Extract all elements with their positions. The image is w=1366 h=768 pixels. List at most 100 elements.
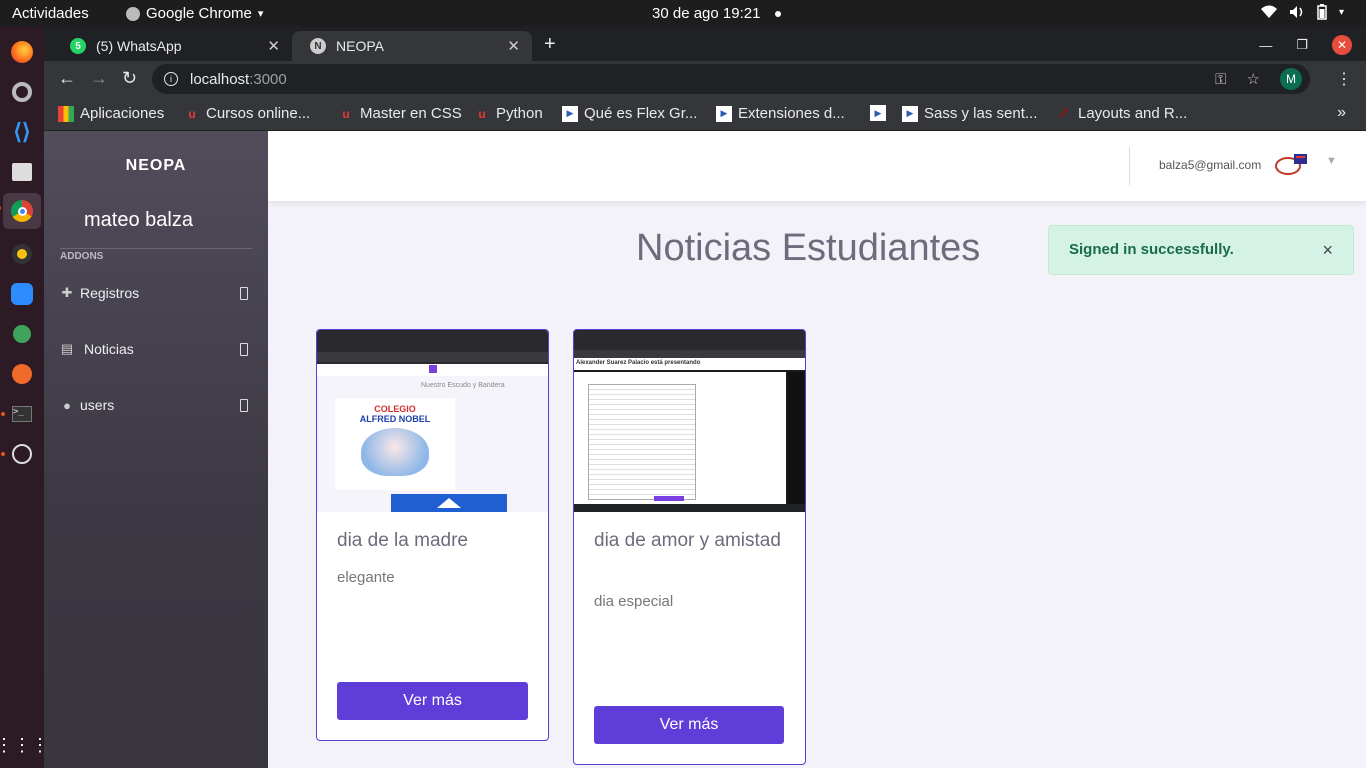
sidebar-item-users[interactable]: ● users xyxy=(60,397,252,413)
dock-files[interactable] xyxy=(7,157,37,187)
sidebar-item-noticias[interactable]: ▤ Noticias xyxy=(60,341,252,357)
dock-settings[interactable] xyxy=(7,77,37,107)
thumb-video-tile xyxy=(788,372,805,504)
bookmark-css[interactable]: u Master en CSS xyxy=(338,105,461,122)
app-name: Google Chrome xyxy=(146,5,252,22)
sidebar-item-registros[interactable]: ✚ Registros xyxy=(60,285,252,301)
header-divider xyxy=(1129,147,1130,185)
bookmarks-bar: Aplicaciones u Cursos online... u Master e… xyxy=(44,97,1366,131)
bookmark-layouts[interactable]: ⟋ Layouts and R... xyxy=(1056,105,1187,122)
close-window-icon[interactable]: ✕ xyxy=(1332,35,1352,55)
expand-icon xyxy=(240,286,248,300)
compass-icon xyxy=(12,364,32,384)
sidebar-divider xyxy=(60,248,252,249)
clock-text: 30 de ago 19:21 xyxy=(652,5,761,22)
card-description: dia especial xyxy=(594,593,674,610)
video-icon: ▶ xyxy=(716,105,732,122)
bookmark-label: Layouts and R... xyxy=(1078,105,1188,122)
dock-chrome2[interactable] xyxy=(7,319,37,349)
bookmark-extensiones[interactable]: ▶ Extensiones d... xyxy=(716,105,845,122)
show-apps-button[interactable]: ⋮⋮⋮ xyxy=(0,735,49,756)
profile-avatar[interactable]: M xyxy=(1280,68,1302,90)
folder-icon xyxy=(12,163,32,181)
toolbar: ← → ↻ i localhost:3000 ⚿ ☆ M ⋮ xyxy=(44,61,1366,97)
thumb-caption: Nuestro Escudo y Bandera xyxy=(421,382,505,389)
doc-purple-button xyxy=(654,496,684,501)
news-card: Nuestro Escudo y Bandera COLEGIO ALFRED … xyxy=(316,329,549,741)
card-title: dia de la madre xyxy=(337,530,468,551)
address-bar-actions: ⚿ ☆ M xyxy=(1215,68,1302,90)
battery-icon xyxy=(1317,4,1327,20)
video-icon: ▶ xyxy=(870,105,886,121)
menu-kebab-icon[interactable]: ⋮ xyxy=(1336,69,1352,89)
dock-terminal[interactable]: >_ xyxy=(1,399,37,429)
dock-appstore[interactable] xyxy=(1,439,37,469)
bookmark-cursos[interactable]: u Cursos online... xyxy=(184,105,310,122)
close-tab-icon[interactable]: ✕ xyxy=(507,37,520,55)
bookmark-sass[interactable]: ▶ Sass y las sent... xyxy=(902,105,1037,122)
minimize-icon[interactable]: — xyxy=(1259,38,1272,53)
plus-icon: ✚ xyxy=(61,285,73,300)
running-dot-icon xyxy=(1,452,5,456)
sidebar-item-label: Registros xyxy=(80,285,140,301)
tab-whatsapp[interactable]: 5 (5) WhatsApp ✕ xyxy=(52,31,292,61)
key-icon[interactable]: ⚿ xyxy=(1215,71,1226,88)
reload-icon[interactable]: ↻ xyxy=(122,68,137,89)
udemy-icon: u xyxy=(478,106,486,121)
bookmark-flex[interactable]: ▶ Qué es Flex Gr... xyxy=(562,105,697,122)
clock[interactable]: 30 de ago 19:21 xyxy=(652,5,781,22)
chevron-down-icon[interactable]: ▼ xyxy=(1326,155,1337,167)
back-icon[interactable]: ← xyxy=(58,68,76,89)
ver-mas-button[interactable]: Ver más xyxy=(337,682,528,720)
close-icon[interactable]: × xyxy=(1322,240,1333,261)
card-thumbnail[interactable]: Nuestro Escudo y Bandera COLEGIO ALFRED … xyxy=(317,330,548,512)
star-icon[interactable]: ☆ xyxy=(1247,70,1260,88)
card-thumbnail[interactable]: Alexander Suarez Palacio está presentand… xyxy=(574,330,805,512)
forward-icon[interactable]: → xyxy=(90,68,108,89)
system-tray[interactable]: ▾ xyxy=(1260,4,1344,20)
crest-emblem-icon xyxy=(361,428,429,476)
page-title: Noticias Estudiantes xyxy=(636,227,981,269)
maximize-icon[interactable]: ❐ xyxy=(1296,37,1308,53)
bookmark-apps[interactable]: Aplicaciones xyxy=(58,105,164,122)
flag-star-icon xyxy=(437,498,461,508)
dock-rhythmbox[interactable] xyxy=(7,239,37,269)
dock-firefox[interactable] xyxy=(7,37,37,67)
os-top-bar: Actividades Google Chrome ▾ 30 de ago 19… xyxy=(0,0,1366,27)
firefox-icon xyxy=(11,41,33,63)
doc-table-image xyxy=(588,384,696,500)
app-menu[interactable]: Google Chrome ▾ xyxy=(126,5,263,22)
main-content: balza5@gmail.com ▼ Noticias Estudiantes … xyxy=(268,131,1366,768)
dock-chrome[interactable] xyxy=(0,193,41,229)
video-icon: ▶ xyxy=(902,105,918,122)
user-email[interactable]: balza5@gmail.com xyxy=(1159,158,1261,172)
ver-mas-button[interactable]: Ver más xyxy=(594,706,784,744)
bookmark-untitled[interactable]: ▶ xyxy=(870,105,892,121)
dock-zoom[interactable] xyxy=(7,279,37,309)
close-tab-icon[interactable]: ✕ xyxy=(267,37,280,55)
bookmark-python[interactable]: u Python xyxy=(474,105,543,122)
running-dot-icon xyxy=(0,206,1,210)
sidebar-brand[interactable]: NEOPA xyxy=(44,157,268,175)
thumb-presenting-bar: Alexander Suarez Palacio está presentand… xyxy=(574,358,805,370)
activities-button[interactable]: Actividades xyxy=(12,5,89,22)
bookmark-label: Qué es Flex Gr... xyxy=(584,105,698,122)
vscode-icon: ⟨⟩ xyxy=(13,119,31,144)
newspaper-icon: ▤ xyxy=(60,341,74,356)
dock-compass[interactable] xyxy=(7,359,37,389)
tab-strip: 5 (5) WhatsApp ✕ N NEOPA ✕ + — ❐ ✕ xyxy=(44,27,1366,61)
tab-label: NEOPA xyxy=(336,38,384,54)
neopa-favicon-icon: N xyxy=(310,38,326,54)
sidebar-section-heading: ADDONS xyxy=(60,251,104,262)
new-tab-button[interactable]: + xyxy=(544,33,556,56)
flash-alert: Signed in successfully. × xyxy=(1048,225,1354,275)
bookmark-label: Python xyxy=(496,105,543,122)
more-bookmarks-button[interactable]: » xyxy=(1337,104,1346,122)
address-bar[interactable]: i localhost:3000 ⚿ ☆ M xyxy=(152,64,1310,94)
bookmark-label: Aplicaciones xyxy=(80,105,165,122)
thumb-bookmarks xyxy=(574,350,805,358)
dock-vscode[interactable]: ⟨⟩ xyxy=(7,117,37,147)
window-controls: — ❐ ✕ xyxy=(1259,35,1352,55)
tab-neopa[interactable]: N NEOPA ✕ xyxy=(292,31,532,61)
app-sidebar: NEOPA mateo balza ADDONS ✚ Registros ▤ N… xyxy=(44,131,268,768)
